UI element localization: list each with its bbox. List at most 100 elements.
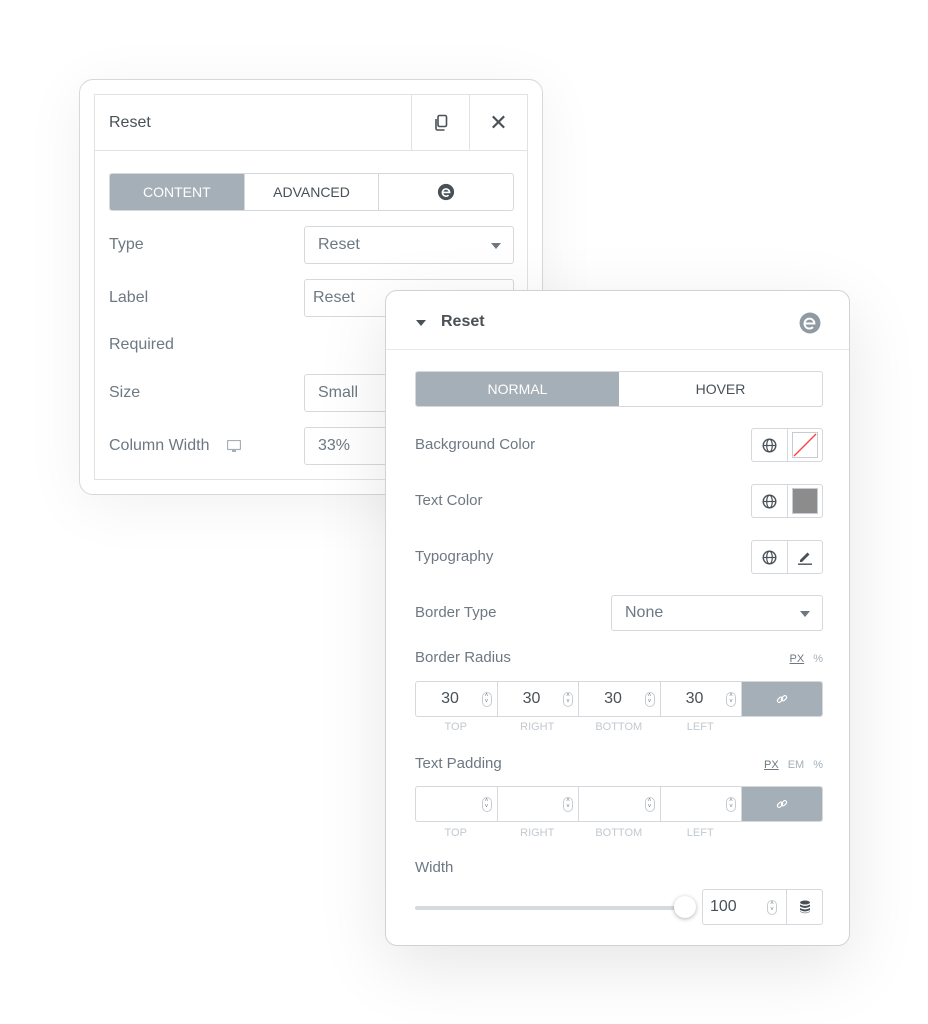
border-type-value: None — [625, 604, 664, 621]
side-label: RIGHT — [520, 721, 555, 733]
globe-icon — [762, 438, 777, 452]
tab-advanced[interactable]: ADVANCED — [243, 174, 379, 210]
size-select-value: Small — [318, 384, 359, 401]
close-icon: ✕ — [489, 110, 508, 135]
radius-right-input[interactable]: 30 ˄ ˅ — [498, 682, 579, 716]
padding-right-input[interactable]: ˄ ˅ — [498, 787, 579, 821]
border-type-select[interactable]: None — [611, 595, 823, 631]
side-label: LEFT — [686, 721, 714, 733]
style-section-panel: Reset NORMAL HOVER Background Color Text… — [385, 290, 850, 946]
type-select-value: Reset — [318, 236, 360, 253]
text-color-row: Text Color — [415, 484, 823, 518]
border-radius-label: Border Radius — [415, 649, 511, 666]
column-width-value: 33% — [318, 437, 351, 454]
tab-elementor[interactable] — [378, 174, 513, 210]
duplicate-button[interactable] — [411, 95, 469, 151]
spinner-icon[interactable]: ˄ ˅ — [644, 797, 655, 812]
globe-icon — [762, 494, 777, 508]
spinner-icon[interactable]: ˄ ˅ — [481, 797, 492, 812]
elementor-logo-icon — [799, 312, 821, 334]
tab-normal[interactable]: NORMAL — [416, 372, 619, 406]
pencil-icon — [797, 552, 812, 565]
globe-icon — [762, 550, 777, 564]
spinner-icon[interactable]: ˄ ˅ — [563, 797, 573, 812]
field-label: Column Width — [109, 427, 242, 465]
spinner-icon[interactable]: ˄ ˅ — [767, 900, 777, 915]
unit-percent[interactable]: % — [813, 653, 823, 665]
label-input-value: Reset — [313, 289, 355, 306]
text-padding-label: Text Padding — [415, 755, 502, 772]
unit-px[interactable]: PX — [764, 759, 779, 771]
border-radius-units: PX % — [790, 653, 823, 665]
column-width-label: Column Width — [109, 437, 210, 454]
width-slider-handle[interactable] — [674, 896, 696, 918]
radius-top-value: 30 — [441, 690, 459, 707]
text-padding-inputs: ˄ ˅ ˄ ˅ ˄ ˅ ˄ ˅ — [415, 786, 823, 822]
desktop-icon[interactable] — [227, 439, 242, 453]
duplicate-icon — [434, 114, 447, 131]
background-color-label: Background Color — [415, 436, 536, 453]
width-slider-track[interactable] — [415, 906, 683, 910]
border-radius-inputs: 30 ˄ ˅ 30 ˄ ˅ 30 ˄ ˅ 30 ˄ ˅ — [415, 681, 823, 717]
border-type-label: Border Type — [415, 604, 497, 621]
database-icon — [799, 900, 810, 914]
tab-hover[interactable]: HOVER — [619, 372, 822, 406]
unit-percent[interactable]: % — [813, 759, 823, 771]
typography-label: Typography — [415, 548, 494, 565]
tab-content[interactable]: CONTENT — [110, 174, 244, 210]
global-colors-button[interactable] — [752, 429, 787, 461]
type-select[interactable]: Reset — [304, 226, 514, 264]
no-color-swatch-icon — [791, 432, 818, 458]
field-type: Type Reset — [109, 226, 514, 264]
close-button[interactable]: ✕ — [469, 95, 527, 151]
section-title: Reset — [441, 313, 485, 330]
link-values-button[interactable] — [742, 682, 822, 716]
spinner-icon[interactable]: ˄ ˅ — [726, 692, 736, 707]
section-header[interactable]: Reset — [386, 291, 849, 350]
width-row: Width 100 ˄ ˅ — [415, 859, 823, 929]
panel-title: Reset — [109, 114, 151, 131]
padding-left-input[interactable]: ˄ ˅ — [661, 787, 742, 821]
field-label: Size — [109, 384, 141, 401]
global-colors-button[interactable] — [752, 485, 787, 517]
side-label: RIGHT — [520, 827, 555, 839]
radius-right-value: 30 — [522, 690, 541, 707]
link-icon — [776, 695, 788, 703]
text-color-control — [751, 484, 823, 518]
radius-top-input[interactable]: 30 ˄ ˅ — [416, 682, 498, 716]
state-tabs: NORMAL HOVER — [415, 371, 823, 407]
edit-typography-button[interactable] — [786, 541, 823, 573]
border-radius-row: Border Radius PX % 30 ˄ ˅ 30 ˄ ˅ 30 ˄ ˅ 30 ˄ ˅ T… — [415, 649, 823, 739]
field-label: Label — [109, 289, 149, 306]
unit-px[interactable]: PX — [790, 653, 805, 665]
width-number-input[interactable]: 100 ˄ ˅ — [702, 889, 823, 925]
side-label: BOTTOM — [595, 827, 643, 839]
spinner-icon[interactable]: ˄ ˅ — [726, 797, 736, 812]
width-label: Width — [415, 859, 454, 876]
side-label: TOP — [444, 721, 467, 733]
typography-row: Typography — [415, 540, 823, 574]
spinner-icon[interactable]: ˄ ˅ — [563, 692, 573, 707]
radius-bottom-value: 30 — [604, 690, 622, 707]
color-swatch — [791, 488, 818, 514]
radius-bottom-input[interactable]: 30 ˄ ˅ — [579, 682, 661, 716]
global-fonts-button[interactable] — [752, 541, 787, 573]
spinner-icon[interactable]: ˄ ˅ — [644, 692, 655, 707]
width-control: 100 ˄ ˅ — [415, 889, 823, 925]
field-label: Required — [109, 336, 174, 353]
panel-header: Reset ✕ — [95, 95, 527, 151]
padding-bottom-input[interactable]: ˄ ˅ — [579, 787, 661, 821]
radius-left-value: 30 — [685, 690, 704, 707]
text-padding-row: Text Padding PX EM % ˄ ˅ ˄ ˅ ˄ ˅ ˄ ˅ TOP RIG… — [415, 755, 823, 845]
panel-tabs: CONTENT ADVANCED — [109, 173, 514, 211]
typography-control — [751, 540, 823, 574]
dynamic-tags-button[interactable] — [786, 890, 822, 924]
spinner-icon[interactable]: ˄ ˅ — [481, 692, 492, 707]
radius-left-input[interactable]: 30 ˄ ˅ — [661, 682, 742, 716]
background-color-swatch[interactable] — [786, 429, 823, 461]
unit-em[interactable]: EM — [788, 759, 805, 771]
link-values-button[interactable] — [742, 787, 822, 821]
text-color-swatch[interactable] — [786, 485, 823, 517]
padding-top-input[interactable]: ˄ ˅ — [416, 787, 498, 821]
border-radius-side-labels: TOP RIGHT BOTTOM LEFT — [415, 721, 741, 733]
